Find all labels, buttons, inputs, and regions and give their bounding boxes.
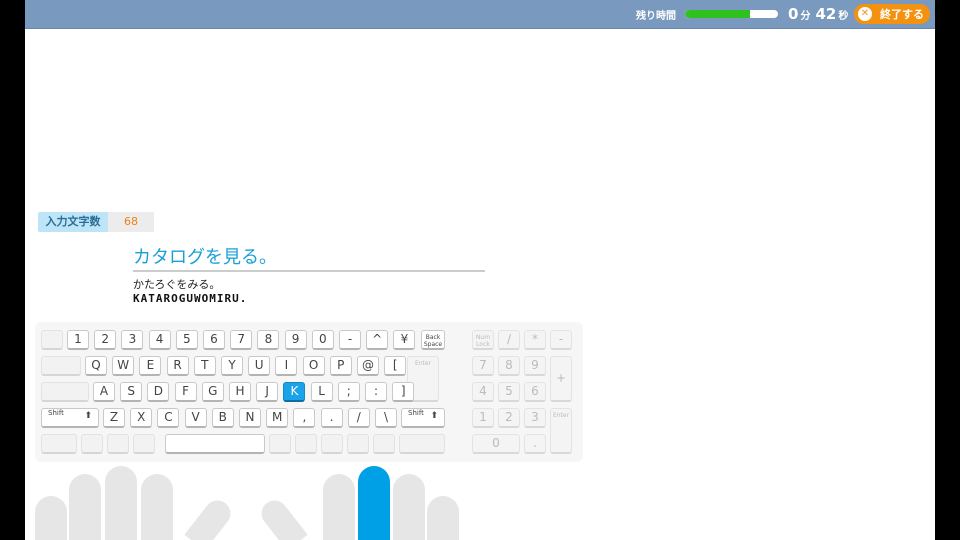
finger-left-middle (105, 466, 137, 540)
finger-left-ring (69, 474, 101, 540)
typing-stage: 残り時間 0 分 42 秒 ✕ 終了する 入力文字数 68 カタログを見る。 かたろぐ… (25, 0, 935, 540)
finger-left-pinky (35, 496, 67, 540)
finger-right-thumb (256, 495, 308, 540)
finger-left-thumb (184, 495, 236, 540)
finger-right-ring (393, 474, 425, 540)
finger-guide (25, 0, 935, 540)
finger-right-index (323, 474, 355, 540)
finger-right-pinky (427, 496, 459, 540)
finger-left-index (141, 474, 173, 540)
finger-right-middle (358, 466, 390, 540)
